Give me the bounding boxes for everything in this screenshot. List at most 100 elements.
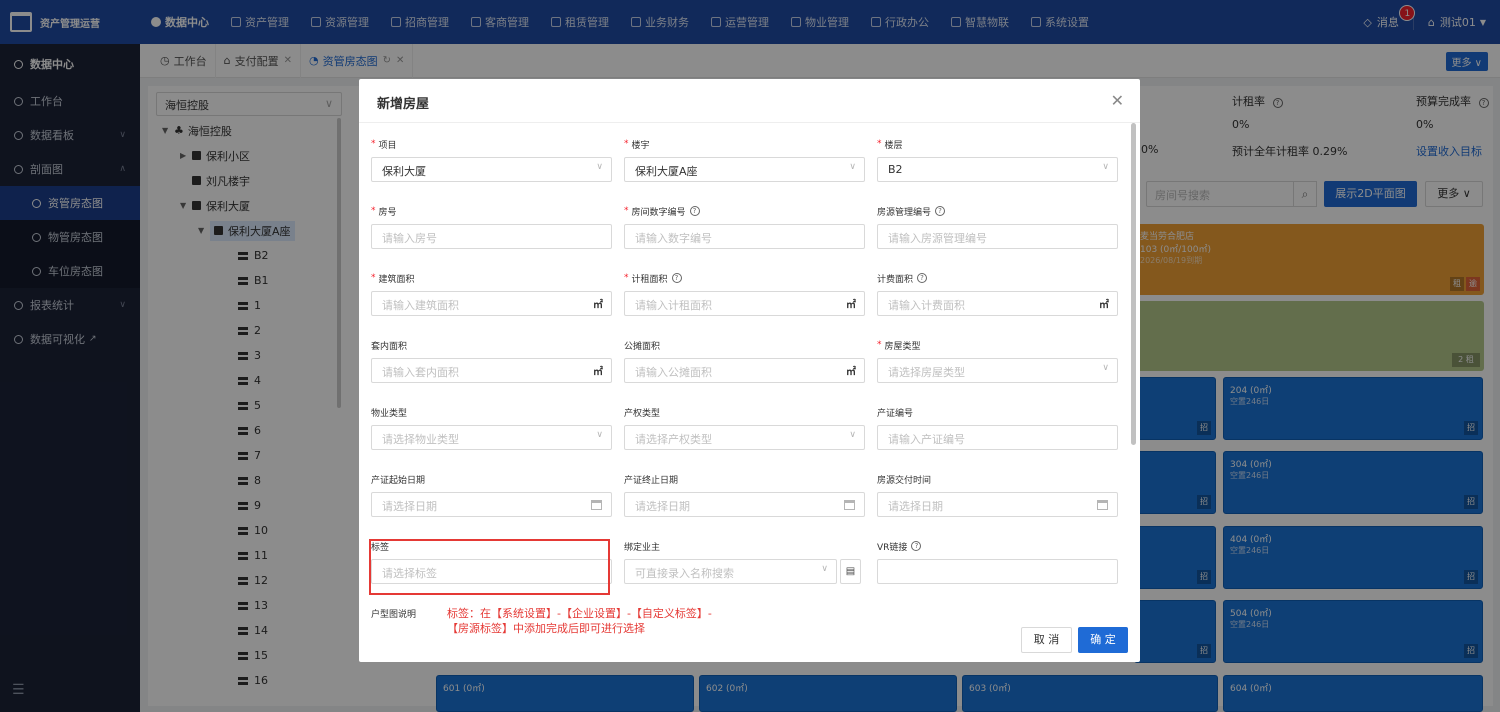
area-unit: ㎡ <box>846 367 856 378</box>
field-label-text: 房屋类型 <box>884 341 921 352</box>
input-placeholder: 请输入计租面积 <box>635 299 712 312</box>
shared-area-field: 公摊面积 请输入公摊面积 ㎡ <box>624 338 865 383</box>
help-icon[interactable]: ? <box>917 273 928 283</box>
cancel-button[interactable]: 取 消 <box>1021 627 1072 653</box>
field-label: 房源交付时间 <box>877 475 932 486</box>
inner-area-input[interactable]: 请输入套内面积 ㎡ <box>371 358 612 383</box>
required-mark: * <box>877 139 882 149</box>
bill-area-field: 计费面积? 请输入计费面积 ㎡ <box>877 271 1118 316</box>
field-label-text: 项目 <box>378 140 397 151</box>
area-unit: ㎡ <box>593 300 603 311</box>
date-placeholder: 请选择日期 <box>635 500 690 513</box>
field-label: * 楼宇 <box>624 137 865 151</box>
field-label: * 房屋类型 <box>877 338 1118 352</box>
project-select[interactable]: 保利大厦 ∨ <box>371 157 612 182</box>
field-label-text: 房间数字编号 <box>631 207 686 218</box>
cert-end-field: 产证终止日期 请选择日期 <box>624 472 865 517</box>
handover-field: 房源交付时间 请选择日期 <box>877 472 1118 517</box>
add-room-modal: 新增房屋 ✕ * 项目 保利大厦 ∨ * 楼宇 保利大厦A座 ∨ * 楼层 B2 ∨ * 房号… <box>359 79 1140 662</box>
field-label: * 计租面积? <box>624 271 865 285</box>
help-icon[interactable]: ? <box>671 273 682 283</box>
select-value: B2 <box>888 163 903 176</box>
field-label-text: 楼层 <box>884 140 903 151</box>
date-placeholder: 请选择日期 <box>888 500 943 513</box>
build-area-field: * 建筑面积 请输入建筑面积 ㎡ <box>371 271 612 316</box>
room-type-field: * 房屋类型 请选择房屋类型 ∨ <box>877 338 1118 383</box>
area-unit: ㎡ <box>846 300 856 311</box>
field-label: * 建筑面积 <box>371 271 612 285</box>
required-mark: * <box>371 273 376 283</box>
chevron-down-icon: ∨ <box>821 564 828 574</box>
shared-area-input[interactable]: 请输入公摊面积 ㎡ <box>624 358 865 383</box>
prop-type-select[interactable]: 请选择物业类型 ∨ <box>371 425 612 450</box>
modal-scrollbar[interactable] <box>1131 123 1136 445</box>
modal-header: 新增房屋 ✕ <box>359 79 1140 123</box>
vr-link-field: VR链接? <box>877 539 1118 584</box>
title-type-select[interactable]: 请选择产权类型 ∨ <box>624 425 865 450</box>
room-type-select[interactable]: 请选择房屋类型 ∨ <box>877 358 1118 383</box>
confirm-button[interactable]: 确 定 <box>1078 627 1128 653</box>
help-icon[interactable]: ? <box>935 206 946 216</box>
required-mark: * <box>371 206 376 216</box>
area-unit: ㎡ <box>1099 300 1109 311</box>
field-label-text: 房号 <box>378 207 397 218</box>
rent-area-input[interactable]: 请输入计租面积 ㎡ <box>624 291 865 316</box>
field-label: 产证编号 <box>877 408 914 419</box>
select-placeholder: 请选择物业类型 <box>382 433 459 446</box>
field-label-text: 楼宇 <box>631 140 650 151</box>
owner-field: 绑定业主 可直接录入名称搜索 ∨ <box>624 539 837 584</box>
field-label: 产证终止日期 <box>624 475 679 486</box>
inner-area-field: 套内面积 请输入套内面积 ㎡ <box>371 338 612 383</box>
field-label: 物业类型 <box>371 408 408 419</box>
field-label-text: 房源管理编号 <box>877 207 932 218</box>
input-placeholder: 请输入公摊面积 <box>635 366 712 379</box>
title-type-field: 产权类型 请选择产权类型 ∨ <box>624 405 865 450</box>
calendar-icon <box>1097 500 1108 510</box>
room-num-code-input[interactable]: 请输入数字编号 <box>624 224 865 249</box>
building-select[interactable]: 保利大厦A座 ∨ <box>624 157 865 182</box>
select-value: 保利大厦A座 <box>635 165 698 178</box>
prop-type-field: 物业类型 请选择物业类型 ∨ <box>371 405 612 450</box>
handover-date-picker[interactable]: 请选择日期 <box>877 492 1118 517</box>
field-label: * 房号 <box>371 204 612 218</box>
chevron-down-icon: ∨ <box>1102 363 1109 373</box>
help-icon[interactable]: ? <box>689 206 700 216</box>
close-icon[interactable]: ✕ <box>1111 91 1124 110</box>
field-label: * 楼层 <box>877 137 1118 151</box>
calendar-icon <box>591 500 602 510</box>
select-placeholder: 请选择房屋类型 <box>888 366 965 379</box>
mgmt-code-input[interactable]: 请输入房源管理编号 <box>877 224 1118 249</box>
cert-end-date-picker[interactable]: 请选择日期 <box>624 492 865 517</box>
select-placeholder: 请选择产权类型 <box>635 433 712 446</box>
room-no-field: * 房号 请输入房号 <box>371 204 612 249</box>
cert-start-date-picker[interactable]: 请选择日期 <box>371 492 612 517</box>
owner-doc-icon[interactable]: ▤ <box>840 559 861 584</box>
field-label: 户型图说明 <box>371 609 417 620</box>
cert-start-field: 产证起始日期 请选择日期 <box>371 472 612 517</box>
tag-annotation: 标签：在【系统设置】-【企业设置】-【自定义标签】-【房源标签】中添加完成后即可… <box>447 607 712 635</box>
cert-no-input[interactable]: 请输入产证编号 <box>877 425 1118 450</box>
field-label: 房源管理编号? <box>877 204 1118 218</box>
field-label-text: VR链接 <box>877 542 908 553</box>
field-label: 公摊面积 <box>624 341 661 352</box>
build-area-input[interactable]: 请输入建筑面积 ㎡ <box>371 291 612 316</box>
input-placeholder: 请输入套内面积 <box>382 366 459 379</box>
field-label: 套内面积 <box>371 341 408 352</box>
input-placeholder: 请输入计费面积 <box>888 299 965 312</box>
floor-select[interactable]: B2 ∨ <box>877 157 1118 182</box>
chevron-down-icon: ∨ <box>596 162 603 172</box>
help-icon[interactable]: ? <box>911 541 922 551</box>
tag-highlight-box <box>369 539 610 595</box>
required-mark: * <box>624 206 629 216</box>
owner-select[interactable]: 可直接录入名称搜索 ∨ <box>624 559 837 584</box>
chevron-down-icon: ∨ <box>849 430 856 440</box>
field-label: 计费面积? <box>877 271 1118 285</box>
room-no-input[interactable]: 请输入房号 <box>371 224 612 249</box>
field-label: 产证起始日期 <box>371 475 426 486</box>
vr-link-input[interactable] <box>877 559 1118 584</box>
bill-area-input[interactable]: 请输入计费面积 ㎡ <box>877 291 1118 316</box>
area-unit: ㎡ <box>593 367 603 378</box>
mgmt-code-field: 房源管理编号? 请输入房源管理编号 <box>877 204 1118 249</box>
chevron-down-icon: ∨ <box>849 162 856 172</box>
floor-field: * 楼层 B2 ∨ <box>877 137 1118 182</box>
